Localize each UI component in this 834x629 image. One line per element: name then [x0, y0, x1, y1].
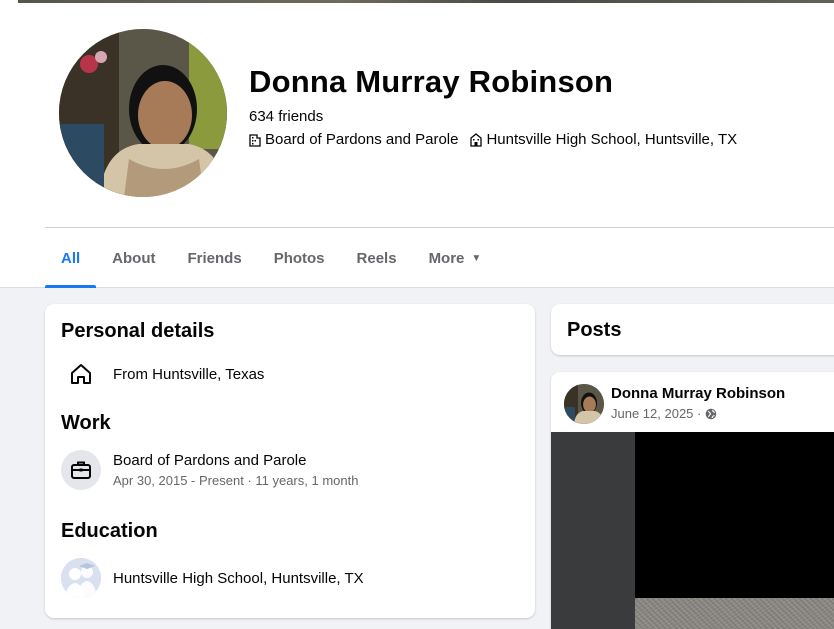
- posts-header-card: Posts: [551, 304, 834, 355]
- school-building-icon: [470, 132, 483, 147]
- tab-all[interactable]: All: [45, 228, 97, 288]
- work-summary[interactable]: Board of Pardons and Parole: [249, 131, 458, 148]
- profile-intro-row: Board of Pardons and Parole Huntsville H…: [249, 131, 749, 148]
- post-author-avatar[interactable]: [564, 384, 604, 424]
- tab-friends[interactable]: Friends: [172, 228, 258, 288]
- profile-tabs: All About Friends Photos Reels More ▼: [45, 228, 497, 288]
- video-frame: [635, 432, 834, 598]
- profile-picture[interactable]: [57, 27, 229, 199]
- personal-details-title: Personal details: [61, 320, 215, 342]
- tab-about[interactable]: About: [96, 228, 171, 288]
- personal-details-card: Personal details From Huntsville, Texas …: [45, 304, 535, 618]
- work-title: Work: [61, 412, 111, 434]
- education-summary-label: Huntsville High School, Huntsville, TX: [486, 131, 738, 148]
- profile-name: Donna Murray Robinson: [249, 64, 614, 99]
- friends-count-link[interactable]: 634 friends: [249, 108, 323, 125]
- hometown-text: From Huntsville, Texas: [113, 365, 265, 383]
- tab-more[interactable]: More ▼: [413, 228, 498, 288]
- work-place[interactable]: Board of Pardons and Parole: [113, 452, 358, 469]
- profile-header: Donna Murray Robinson 634 friends Board …: [0, 0, 834, 288]
- work-dates: Apr 30, 2015 - Present · 11 years, 1 mon…: [113, 473, 359, 488]
- education-summary[interactable]: Huntsville High School, Huntsville, TX: [470, 131, 737, 148]
- post-card: Donna Murray Robinson June 12, 2025 ·: [551, 372, 834, 629]
- work-row[interactable]: Board of Pardons and Parole Apr 30, 2015…: [61, 450, 358, 490]
- building-icon: [249, 133, 261, 147]
- work-summary-label: Board of Pardons and Parole: [265, 131, 459, 148]
- post-author-name[interactable]: Donna Murray Robinson: [611, 385, 785, 402]
- post-video[interactable]: [551, 432, 834, 629]
- hometown-row: From Huntsville, Texas: [61, 354, 264, 394]
- posts-title: Posts: [567, 319, 622, 341]
- post-timestamp[interactable]: June 12, 2025 ·: [611, 406, 717, 421]
- globe-icon: [706, 408, 717, 419]
- education-row[interactable]: Huntsville High School, Huntsville, TX: [61, 558, 364, 598]
- tab-photos[interactable]: Photos: [258, 228, 341, 288]
- home-icon: [61, 354, 101, 394]
- video-floor-area: [635, 598, 834, 629]
- profile-picture-image[interactable]: [59, 29, 227, 197]
- cover-photo-edge[interactable]: [18, 0, 834, 3]
- briefcase-icon: [61, 450, 101, 490]
- tab-reels[interactable]: Reels: [341, 228, 413, 288]
- caret-down-icon: ▼: [471, 252, 482, 264]
- school-name[interactable]: Huntsville High School, Huntsville, TX: [113, 570, 364, 587]
- school-icon: [61, 558, 101, 598]
- profile-page: Donna Murray Robinson 634 friends Board …: [0, 0, 834, 629]
- education-title: Education: [61, 520, 158, 542]
